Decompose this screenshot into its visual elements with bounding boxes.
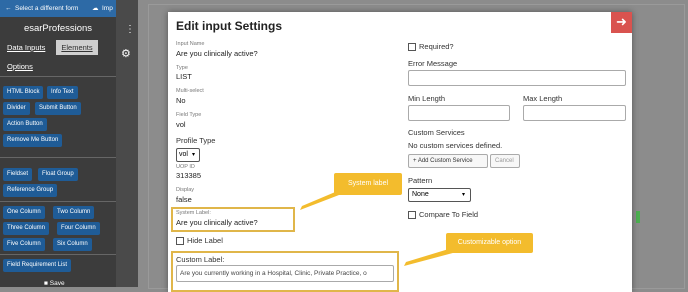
callout-arrows <box>300 190 464 266</box>
system-label-callout: System label <box>334 173 402 195</box>
customizable-option-callout: Customizable option <box>446 233 533 253</box>
